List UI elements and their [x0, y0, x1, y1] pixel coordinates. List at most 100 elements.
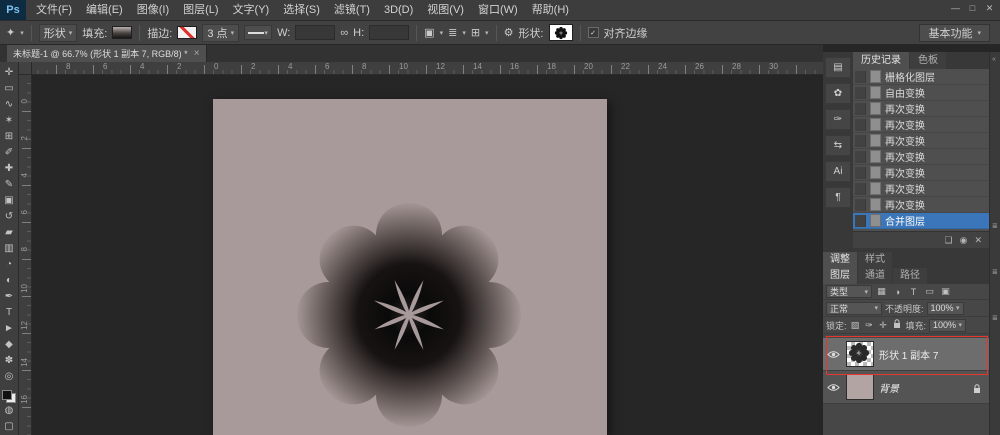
transform-panel-icon[interactable]: ⇆ [825, 135, 851, 156]
panel-menu-icon[interactable]: ≣ [992, 268, 998, 276]
stroke-swatch[interactable] [177, 26, 197, 39]
panel-menu-icon[interactable]: ≣ [992, 314, 998, 322]
close-icon[interactable]: × [194, 48, 200, 59]
menu-layer[interactable]: 图层(L) [176, 0, 225, 20]
filter-smart-objects-icon[interactable]: ▣ [939, 286, 952, 297]
layer-visibility-toggle[interactable] [826, 383, 841, 392]
dock-edge-strip[interactable]: « ≣ ≣ ≣ [989, 52, 1000, 435]
menu-help[interactable]: 帮助(H) [525, 0, 576, 20]
history-source-checkbox[interactable] [855, 167, 866, 179]
height-input[interactable] [369, 25, 409, 40]
menu-image[interactable]: 图像(I) [130, 0, 176, 20]
width-input[interactable] [295, 25, 335, 40]
history-source-checkbox[interactable] [855, 135, 866, 147]
blend-mode-dropdown[interactable]: 正常 ▾ [826, 302, 882, 315]
brush-presets-panel-icon[interactable]: ✿ [825, 83, 851, 104]
shape-mode-dropdown[interactable]: 形状 ▾ [39, 24, 78, 42]
tab-adjustments[interactable]: 调整 [823, 252, 857, 268]
history-item[interactable]: 再次变换 [853, 117, 989, 133]
history-item[interactable]: 再次变换 [853, 149, 989, 165]
lock-transparent-pixels-icon[interactable]: ▨ [850, 320, 861, 331]
history-source-checkbox[interactable] [855, 103, 866, 115]
path-selection-tool-icon[interactable]: ► [0, 321, 19, 337]
history-item[interactable]: 再次变换 [853, 181, 989, 197]
history-item[interactable]: 栅格化图层 [853, 69, 989, 85]
foreground-background-color-swatches[interactable] [2, 390, 16, 403]
marquee-tool-icon[interactable]: ▭ [0, 80, 19, 96]
move-tool-icon[interactable]: ✛ [0, 64, 19, 80]
shape-tool-icon[interactable]: ◆ [0, 337, 19, 353]
menu-3d[interactable]: 3D(D) [377, 0, 420, 20]
history-item[interactable]: 再次变换 [853, 101, 989, 117]
lock-image-pixels-icon[interactable]: ✑ [864, 320, 875, 331]
menu-type[interactable]: 文字(Y) [226, 0, 277, 20]
zoom-tool-icon[interactable]: ◎ [0, 369, 19, 385]
layer-name[interactable]: 背景 [879, 380, 899, 395]
filter-shape-layers-icon[interactable]: ▭ [923, 286, 936, 297]
history-item-selected[interactable]: 合并图层 [853, 213, 989, 229]
menu-view[interactable]: 视图(V) [420, 0, 471, 20]
quick-mask-icon[interactable]: ◍ [0, 403, 19, 419]
tool-preset-caret-icon[interactable]: ▾ [20, 29, 24, 37]
fill-swatch[interactable] [112, 26, 132, 39]
gear-icon[interactable]: ⚙ [504, 26, 514, 39]
history-source-checkbox[interactable] [855, 151, 866, 163]
crop-tool-icon[interactable]: ⊞ [0, 128, 19, 144]
path-arrangement-icon[interactable]: ⊞ [471, 26, 480, 39]
minimize-button[interactable]: — [947, 0, 964, 16]
path-alignment-icon[interactable]: ≣ [448, 26, 457, 39]
fill-opacity-dropdown[interactable]: 100% ▾ [929, 319, 966, 332]
menu-edit[interactable]: 编辑(E) [79, 0, 130, 20]
paragraph-panel-icon[interactable]: ¶ [825, 187, 851, 208]
eraser-tool-icon[interactable]: ▰ [0, 224, 19, 240]
tab-styles[interactable]: 样式 [858, 252, 892, 268]
gradient-tool-icon[interactable]: ▥ [0, 240, 19, 256]
menu-select[interactable]: 选择(S) [276, 0, 327, 20]
blur-tool-icon[interactable]: ◔ [0, 256, 19, 272]
vertical-ruler[interactable]: 0 2 4 6 8 10 12 14 16 [19, 74, 32, 435]
history-brush-tool-icon[interactable]: ↺ [0, 208, 19, 224]
close-button[interactable]: ✕ [981, 0, 998, 16]
menu-file[interactable]: 文件(F) [29, 0, 79, 20]
opacity-dropdown[interactable]: 100% ▾ [927, 302, 964, 315]
stroke-type-dropdown[interactable]: ▾ [244, 25, 272, 40]
brush-panel-icon[interactable]: ✑ [825, 109, 851, 130]
maximize-button[interactable]: □ [964, 0, 981, 16]
history-source-checkbox[interactable] [855, 87, 866, 99]
path-operations-icon[interactable]: ▣ [424, 26, 434, 39]
tab-swatches[interactable]: 色板 [910, 52, 946, 69]
new-document-from-state-icon[interactable]: ❏ [945, 235, 953, 246]
history-item[interactable]: 自由变换 [853, 85, 989, 101]
tab-paths[interactable]: 路径 [893, 268, 927, 284]
history-source-checkbox[interactable] [855, 119, 866, 131]
delete-state-icon[interactable]: ✕ [974, 235, 982, 246]
tab-channels[interactable]: 通道 [858, 268, 892, 284]
filter-adjustment-layers-icon[interactable]: ◑ [891, 287, 904, 297]
filter-type-layers-icon[interactable]: T [907, 287, 920, 297]
character-panel-icon[interactable]: Ai [825, 161, 851, 182]
hand-tool-icon[interactable]: ✽ [0, 353, 19, 369]
layer-row-background[interactable]: 背景 [823, 371, 989, 404]
panel-menu-icon[interactable]: ≣ [992, 222, 998, 230]
menu-filter[interactable]: 滤镜(T) [327, 0, 377, 20]
type-tool-icon[interactable]: T [0, 304, 19, 320]
brush-tool-icon[interactable]: ✎ [0, 176, 19, 192]
layer-thumbnail[interactable] [846, 374, 874, 400]
healing-brush-tool-icon[interactable]: ✚ [0, 160, 19, 176]
history-source-checkbox[interactable] [855, 183, 866, 195]
history-source-checkbox[interactable] [855, 199, 866, 211]
foreground-color-chip[interactable] [2, 390, 12, 400]
pen-tool-icon[interactable]: ✒ [0, 288, 19, 304]
tab-history[interactable]: 历史记录 [853, 52, 909, 69]
screen-mode-icon[interactable]: ▢ [0, 419, 19, 435]
stroke-width-dropdown[interactable]: 3 点 ▾ [202, 24, 239, 42]
current-tool-icon[interactable]: ✦ [6, 26, 15, 39]
history-item[interactable]: 再次变换 [853, 197, 989, 213]
filter-pixel-layers-icon[interactable]: ▦ [875, 286, 888, 297]
history-item[interactable]: 再次变换 [853, 165, 989, 181]
align-edges-checkbox[interactable]: ✓ [588, 27, 599, 38]
menu-window[interactable]: 窗口(W) [471, 0, 525, 20]
history-item[interactable]: 再次变换 [853, 133, 989, 149]
tab-layers[interactable]: 图层 [823, 268, 857, 284]
new-snapshot-icon[interactable]: ◉ [960, 235, 968, 246]
